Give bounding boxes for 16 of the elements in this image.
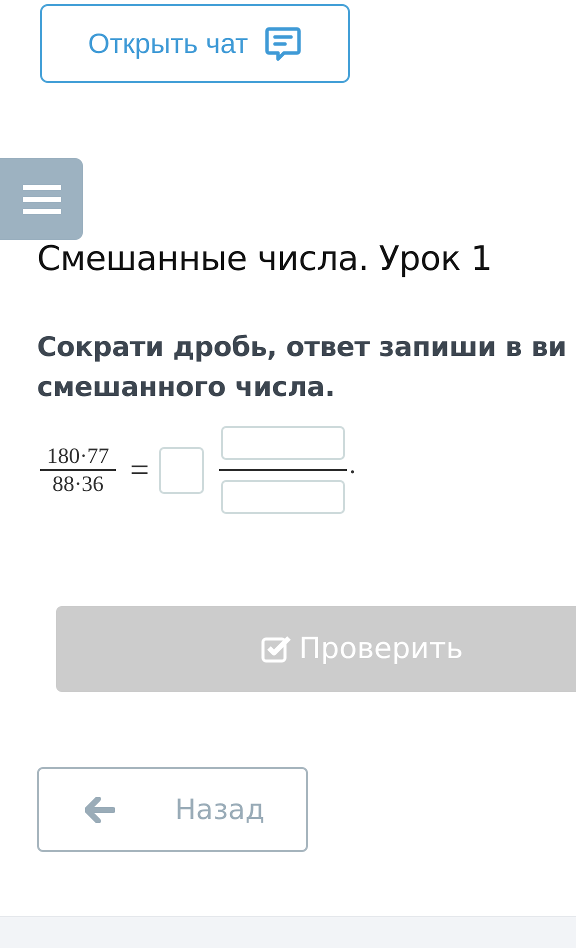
arrow-left-icon xyxy=(85,796,115,822)
equals-sign: = xyxy=(130,450,150,490)
menu-icon xyxy=(22,183,60,215)
menu-button[interactable] xyxy=(0,158,83,240)
task-text: Сократи дробь, ответ запиши в ви смешанного числа. xyxy=(37,331,568,405)
denominator: 88·36 xyxy=(52,471,104,497)
open-chat-button[interactable]: Открыть чат xyxy=(40,4,350,83)
whole-part-field[interactable] xyxy=(159,446,204,494)
chat-icon xyxy=(264,26,302,62)
numerator-field[interactable] xyxy=(221,426,346,460)
period: . xyxy=(349,449,356,481)
lesson-title: Смешанные числа. Урок 1 xyxy=(37,238,493,280)
denominator-field[interactable] xyxy=(221,480,346,514)
checkbox-icon xyxy=(261,635,291,663)
numerator: 180·77 xyxy=(46,443,110,469)
back-button[interactable]: Назад xyxy=(37,767,308,852)
